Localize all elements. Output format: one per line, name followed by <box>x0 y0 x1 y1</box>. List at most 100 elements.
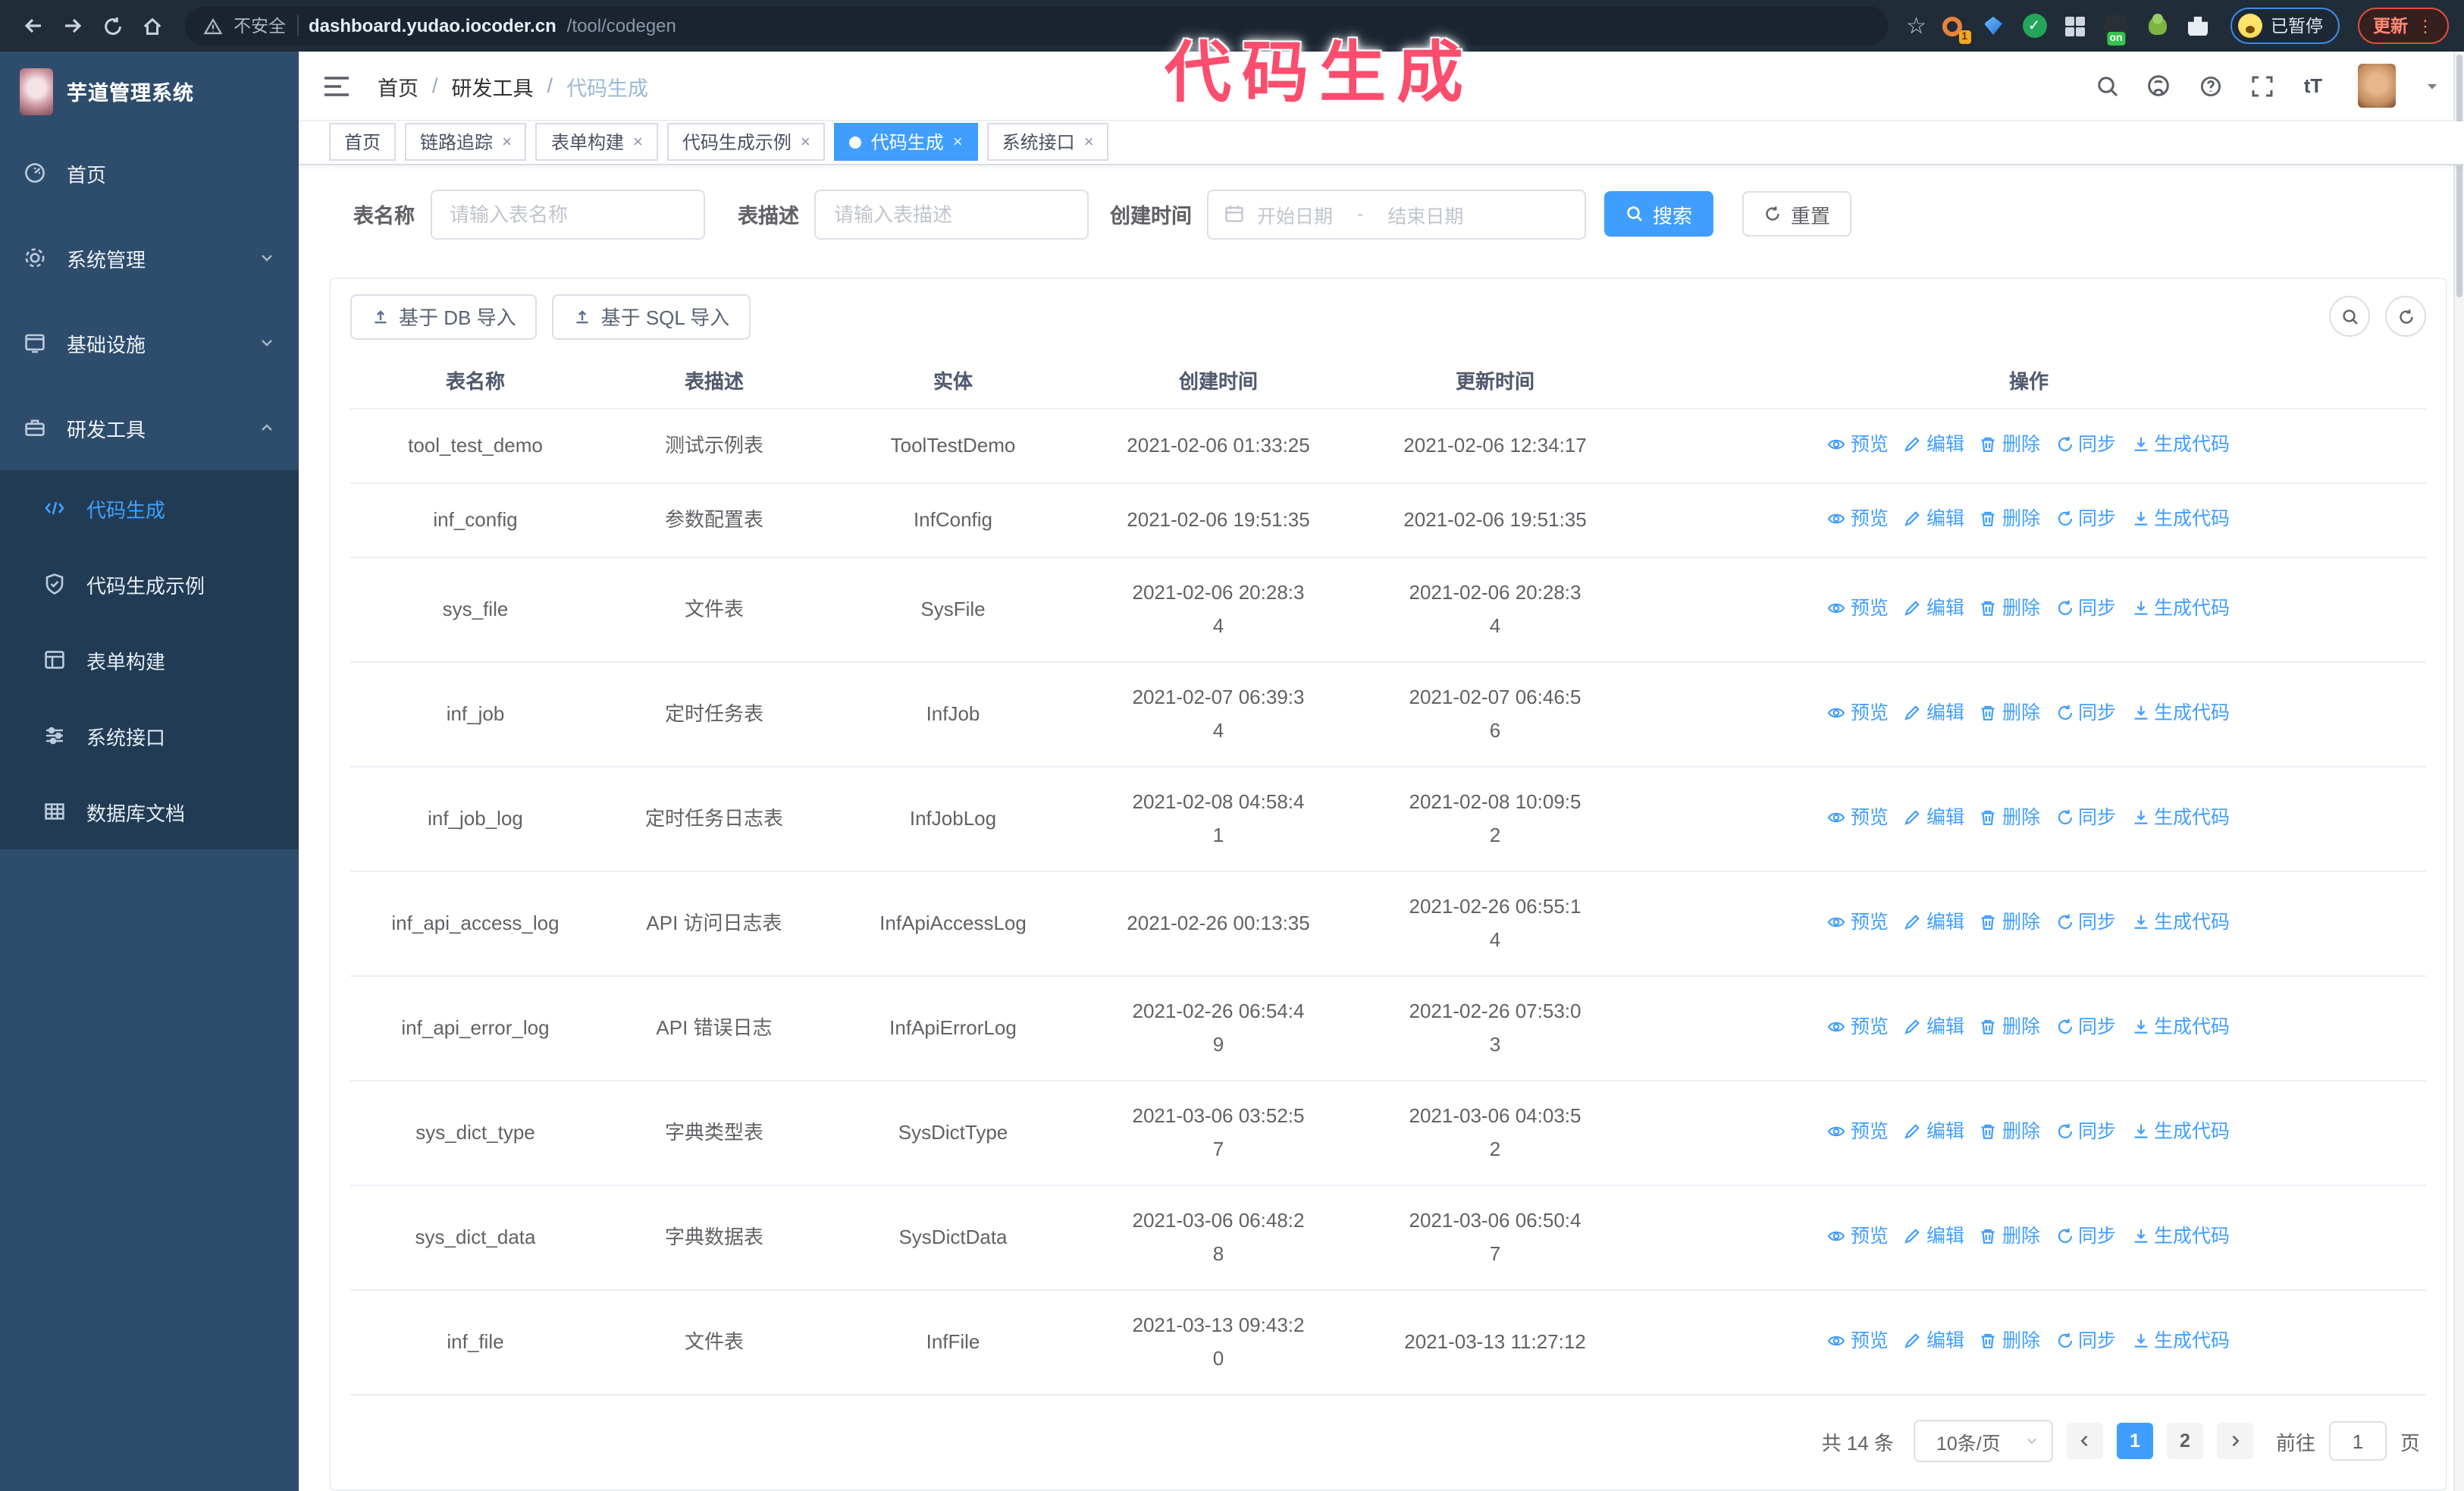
generate-code-link[interactable]: 生成代码 <box>2131 1324 2230 1358</box>
delete-link[interactable]: 删除 <box>1980 428 2040 461</box>
sidebar-item-infrastructure[interactable]: 基础设施 <box>0 300 299 385</box>
delete-link[interactable]: 删除 <box>1980 906 2040 939</box>
gem-extension-icon[interactable] <box>1980 12 2007 39</box>
tab-codegen[interactable]: 代码生成 × <box>834 123 978 162</box>
close-icon[interactable]: × <box>1084 133 1094 152</box>
prev-page-button[interactable] <box>2066 1423 2103 1459</box>
toggle-search-button[interactable] <box>2329 296 2370 337</box>
preview-link[interactable]: 预览 <box>1828 801 1889 834</box>
sync-link[interactable]: 同步 <box>2055 1115 2116 1148</box>
edit-link[interactable]: 编辑 <box>1904 906 1964 939</box>
orange-extension-icon[interactable]: 1 <box>1939 12 1970 44</box>
generate-code-link[interactable]: 生成代码 <box>2131 906 2230 939</box>
preview-link[interactable]: 预览 <box>1828 428 1889 461</box>
delete-link[interactable]: 删除 <box>1980 502 2040 535</box>
tab-trace[interactable]: 链路追踪 × <box>405 123 527 162</box>
edit-link[interactable]: 编辑 <box>1904 1324 1964 1358</box>
font-size-icon[interactable]: tT <box>2300 73 2326 99</box>
sidebar-item-home[interactable]: 首页 <box>0 130 299 215</box>
sidebar-item-codegen-example[interactable]: 代码生成示例 <box>0 546 299 622</box>
generate-code-link[interactable]: 生成代码 <box>2131 502 2230 535</box>
edit-link[interactable]: 编辑 <box>1904 1219 1964 1253</box>
import-sql-button[interactable]: 基于 SQL 导入 <box>552 293 751 339</box>
generate-code-link[interactable]: 生成代码 <box>2131 428 2230 461</box>
sidebar-item-system[interactable]: 系统管理 <box>0 215 299 300</box>
delete-link[interactable]: 删除 <box>1980 1115 2040 1148</box>
header-search-icon[interactable] <box>2094 73 2120 99</box>
dark-on-extension-icon[interactable]: on <box>2102 12 2130 46</box>
delete-link[interactable]: 删除 <box>1980 696 2040 730</box>
tab-codegen-example[interactable]: 代码生成示例 × <box>666 123 826 162</box>
browser-back-icon[interactable] <box>15 8 52 44</box>
browser-scrollbar[interactable] <box>2453 52 2464 1491</box>
address-bar[interactable]: 不安全 dashboard.yudao.iocoder.cn/tool/code… <box>185 6 1889 46</box>
tab-system-api[interactable]: 系统接口 × <box>986 123 1109 162</box>
generate-code-link[interactable]: 生成代码 <box>2131 1219 2230 1253</box>
import-db-button[interactable]: 基于 DB 导入 <box>350 293 538 339</box>
page-2-button[interactable]: 2 <box>2166 1423 2203 1459</box>
help-icon[interactable] <box>2197 73 2223 99</box>
green-check-extension-icon[interactable]: ✓ <box>2020 12 2048 39</box>
edit-link[interactable]: 编辑 <box>1904 592 1964 625</box>
tab-home[interactable]: 首页 <box>329 123 397 162</box>
delete-link[interactable]: 删除 <box>1980 801 2040 834</box>
close-icon[interactable]: × <box>953 133 963 152</box>
close-icon[interactable]: × <box>502 133 512 152</box>
preview-link[interactable]: 预览 <box>1828 1010 1889 1044</box>
sidebar-item-database-doc[interactable]: 数据库文档 <box>0 774 299 849</box>
sync-link[interactable]: 同步 <box>2055 906 2116 939</box>
sync-link[interactable]: 同步 <box>2055 428 2116 461</box>
puzzle-extension-icon[interactable] <box>2184 12 2212 39</box>
close-icon[interactable]: × <box>633 133 643 152</box>
generate-code-link[interactable]: 生成代码 <box>2131 801 2230 834</box>
generate-code-link[interactable]: 生成代码 <box>2131 1010 2230 1044</box>
sidebar-item-codegen[interactable]: 代码生成 <box>0 470 299 546</box>
preview-link[interactable]: 预览 <box>1828 1324 1889 1358</box>
edit-link[interactable]: 编辑 <box>1904 502 1964 535</box>
search-button[interactable]: 搜索 <box>1604 191 1714 237</box>
preview-link[interactable]: 预览 <box>1828 1219 1889 1253</box>
sync-link[interactable]: 同步 <box>2055 1324 2116 1358</box>
sidebar-item-dev-tools[interactable]: 研发工具 <box>0 385 299 470</box>
paused-extension-badge[interactable]: 已暂停 <box>2230 8 2340 44</box>
breadcrumb-home[interactable]: 首页 <box>378 71 419 101</box>
sync-link[interactable]: 同步 <box>2055 502 2116 535</box>
edit-link[interactable]: 编辑 <box>1904 696 1964 730</box>
sync-link[interactable]: 同步 <box>2055 592 2116 625</box>
delete-link[interactable]: 删除 <box>1980 1010 2040 1044</box>
browser-forward-icon[interactable] <box>55 8 91 44</box>
browser-update-button[interactable]: 更新 ⋮ <box>2358 8 2449 44</box>
date-range-picker[interactable]: 开始日期 - 结束日期 <box>1207 189 1586 239</box>
preview-link[interactable]: 预览 <box>1828 696 1889 730</box>
goto-page-input[interactable] <box>2328 1421 2387 1461</box>
table-desc-input[interactable] <box>814 189 1089 239</box>
preview-link[interactable]: 预览 <box>1828 592 1889 625</box>
edit-link[interactable]: 编辑 <box>1904 801 1964 834</box>
reset-button[interactable]: 重置 <box>1742 191 1852 237</box>
grid-extension-icon[interactable] <box>2061 12 2089 39</box>
generate-code-link[interactable]: 生成代码 <box>2131 1115 2230 1148</box>
green-figure-extension-icon[interactable] <box>2143 12 2171 39</box>
preview-link[interactable]: 预览 <box>1828 1115 1889 1148</box>
generate-code-link[interactable]: 生成代码 <box>2131 592 2230 625</box>
page-1-button[interactable]: 1 <box>2116 1423 2153 1459</box>
close-icon[interactable]: × <box>801 133 810 152</box>
preview-link[interactable]: 预览 <box>1828 906 1889 939</box>
avatar-caret-down-icon[interactable] <box>2425 78 2440 93</box>
browser-home-icon[interactable] <box>133 8 170 44</box>
sync-link[interactable]: 同步 <box>2055 801 2116 834</box>
table-name-input[interactable] <box>430 189 704 239</box>
bookmark-star-icon[interactable]: ☆ <box>1906 12 1926 39</box>
user-avatar[interactable] <box>2358 64 2396 108</box>
github-icon[interactable] <box>2146 73 2171 99</box>
sidebar-item-form-builder[interactable]: 表单构建 <box>0 622 299 698</box>
sync-link[interactable]: 同步 <box>2055 1010 2116 1044</box>
sync-link[interactable]: 同步 <box>2055 1219 2116 1253</box>
browser-reload-icon[interactable] <box>94 8 130 44</box>
refresh-table-button[interactable] <box>2385 296 2426 337</box>
tab-form-builder[interactable]: 表单构建 × <box>535 123 658 162</box>
edit-link[interactable]: 编辑 <box>1904 428 1964 461</box>
preview-link[interactable]: 预览 <box>1828 502 1889 535</box>
page-size-select[interactable]: 10条/页 <box>1913 1420 2053 1462</box>
hamburger-icon[interactable] <box>323 74 350 98</box>
